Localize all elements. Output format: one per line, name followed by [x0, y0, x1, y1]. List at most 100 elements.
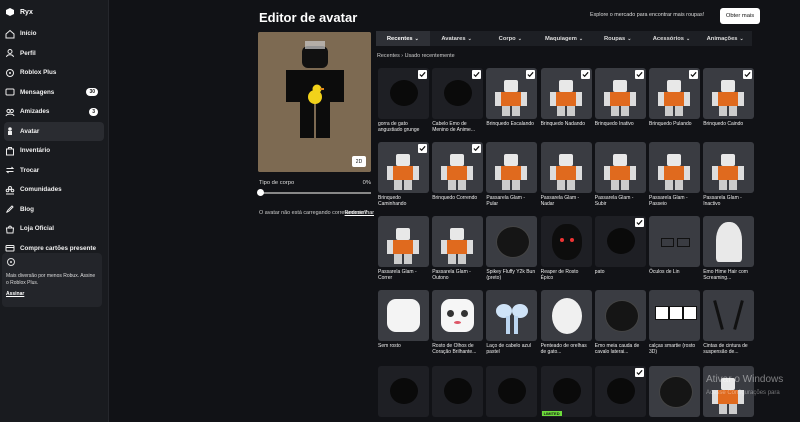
- item-thumbnail[interactable]: [540, 68, 592, 119]
- item-thumbnail[interactable]: [594, 142, 646, 193]
- tab-avatares[interactable]: Avatares ⌄: [430, 31, 484, 46]
- toggle-2d-button[interactable]: 2D: [352, 156, 366, 167]
- checkmark-icon[interactable]: [418, 144, 427, 153]
- checkmark-icon[interactable]: [634, 70, 644, 79]
- item-card[interactable]: [594, 366, 646, 417]
- item-thumbnail[interactable]: [486, 142, 538, 193]
- item-thumbnail[interactable]: [594, 290, 646, 341]
- item-thumbnail[interactable]: [432, 142, 484, 193]
- item-card[interactable]: Brinquedo Nadando: [540, 68, 592, 127]
- sidebar-item-perfil[interactable]: Perfil: [0, 44, 108, 64]
- tab-maquiagem[interactable]: Maquiagem ⌄: [537, 31, 591, 46]
- item-card[interactable]: calças smartie (rosto 3D): [649, 290, 700, 355]
- item-card[interactable]: Cabelo Emo de Menino de Anime...: [432, 68, 484, 133]
- sidebar-item-trocar[interactable]: Trocar: [0, 161, 108, 181]
- item-card[interactable]: LIMITED: [540, 366, 592, 417]
- item-thumbnail[interactable]: [703, 68, 755, 119]
- item-thumbnail[interactable]: [594, 68, 646, 119]
- sidebar-item-roblox-plus[interactable]: Roblox Plus: [0, 63, 108, 83]
- item-card[interactable]: Brinquedo Caminhando: [378, 142, 429, 207]
- tab-corpo[interactable]: Corpo ⌄: [483, 31, 537, 46]
- item-card[interactable]: Reaper de Rosto Épico: [540, 216, 592, 281]
- item-thumbnail[interactable]: [703, 216, 755, 267]
- item-thumbnail[interactable]: [649, 68, 700, 119]
- item-card[interactable]: Passarela Glam - Nadar: [540, 142, 592, 207]
- item-card[interactable]: Emo Hime Hair com Screaming...: [703, 216, 755, 281]
- item-card[interactable]: [649, 366, 700, 417]
- item-thumbnail[interactable]: [649, 366, 700, 417]
- item-thumbnail[interactable]: [486, 290, 538, 341]
- checkmark-icon[interactable]: [743, 70, 753, 79]
- item-card[interactable]: Óculos de Lin: [649, 216, 700, 275]
- item-card[interactable]: Brinquedo Caindo: [703, 68, 755, 127]
- item-card[interactable]: Spikey Fluffy Y2k Bun (preto): [486, 216, 538, 281]
- item-thumbnail[interactable]: [594, 366, 646, 417]
- item-thumbnail[interactable]: [486, 68, 538, 119]
- item-thumbnail[interactable]: [649, 142, 700, 193]
- item-card[interactable]: Rosto de Olhos de Coração Brilhante...: [432, 290, 484, 355]
- item-card[interactable]: Passarela Glam - Pular: [486, 142, 538, 207]
- item-card[interactable]: Passarela Glam - Correr: [378, 216, 429, 281]
- item-thumbnail[interactable]: [540, 216, 592, 267]
- sidebar-item-loja-oficial[interactable]: Loja Oficial: [0, 219, 108, 239]
- item-card[interactable]: Brinquedo Correndo: [432, 142, 484, 201]
- tab-animacoes[interactable]: Animações ⌄: [698, 31, 752, 46]
- checkmark-icon[interactable]: [418, 70, 427, 79]
- item-thumbnail[interactable]: [649, 216, 700, 267]
- item-card[interactable]: [486, 366, 538, 417]
- sidebar-item-inventario[interactable]: Inventário: [0, 141, 108, 161]
- item-card[interactable]: pato: [594, 216, 646, 275]
- checkmark-icon[interactable]: [472, 70, 482, 79]
- item-card[interactable]: Emo meia cauda de cavalo laterai...: [594, 290, 646, 355]
- item-thumbnail[interactable]: LIMITED: [540, 366, 592, 417]
- item-card[interactable]: Brinquedo Escalando: [486, 68, 538, 127]
- item-card[interactable]: Brinquedo Pulando: [649, 68, 700, 127]
- user-header[interactable]: Ryx: [0, 0, 108, 24]
- checkmark-icon[interactable]: [689, 70, 698, 79]
- checkmark-icon[interactable]: [526, 70, 536, 79]
- item-card[interactable]: Sem rosto: [378, 290, 429, 349]
- item-thumbnail[interactable]: [486, 366, 538, 417]
- sidebar-item-blog[interactable]: Blog: [0, 200, 108, 220]
- item-thumbnail[interactable]: [378, 142, 429, 193]
- item-thumbnail[interactable]: [432, 216, 484, 267]
- item-thumbnail[interactable]: [594, 216, 646, 267]
- item-thumbnail[interactable]: [432, 366, 484, 417]
- item-thumbnail[interactable]: [378, 68, 429, 119]
- get-more-button[interactable]: Obter mais: [720, 8, 760, 24]
- item-thumbnail[interactable]: [378, 290, 429, 341]
- item-card[interactable]: Passarela Glam - Outono: [432, 216, 484, 281]
- item-card[interactable]: Brinquedo Inativo: [594, 68, 646, 127]
- item-card[interactable]: Penteado de orelhas de gato...: [540, 290, 592, 355]
- sidebar-item-inicio[interactable]: Início: [0, 24, 108, 44]
- item-thumbnail[interactable]: [378, 366, 429, 417]
- item-card[interactable]: Passarela Glam - Inactivo: [703, 142, 755, 207]
- item-card[interactable]: Cintas de cintura de suspensão de...: [703, 290, 755, 355]
- sidebar-item-avatar[interactable]: Avatar: [4, 121, 104, 141]
- item-card[interactable]: Passarela Glam - Passeio: [649, 142, 700, 207]
- item-thumbnail[interactable]: [703, 290, 755, 341]
- checkmark-icon[interactable]: [634, 218, 644, 227]
- tab-roupas[interactable]: Roupas ⌄: [591, 31, 645, 46]
- item-card[interactable]: Laço de cabelo azul pastel: [486, 290, 538, 355]
- item-thumbnail[interactable]: [432, 68, 484, 119]
- item-thumbnail[interactable]: [540, 290, 592, 341]
- item-thumbnail[interactable]: [432, 290, 484, 341]
- body-type-slider[interactable]: [257, 189, 371, 196]
- item-card[interactable]: [432, 366, 484, 417]
- item-thumbnail[interactable]: [540, 142, 592, 193]
- item-thumbnail[interactable]: [486, 216, 538, 267]
- item-card[interactable]: gorra de gato angustiado grunge: [378, 68, 429, 133]
- item-thumbnail[interactable]: [649, 290, 700, 341]
- checkmark-icon[interactable]: [634, 368, 644, 377]
- body-type-slider-handle[interactable]: [257, 189, 264, 196]
- sidebar-item-amizades[interactable]: Amizades 3: [0, 102, 108, 122]
- redraw-link[interactable]: Redesenhar: [345, 210, 374, 217]
- item-card[interactable]: Passarela Glam - Subir: [594, 142, 646, 207]
- checkmark-icon[interactable]: [472, 144, 482, 153]
- item-thumbnail[interactable]: [703, 142, 755, 193]
- item-card[interactable]: [378, 366, 429, 417]
- sidebar-item-mensagens[interactable]: Mensagens 30: [0, 83, 108, 103]
- subscribe-link[interactable]: Assinar: [6, 291, 98, 297]
- tab-recentes[interactable]: Recentes ⌄: [376, 31, 430, 46]
